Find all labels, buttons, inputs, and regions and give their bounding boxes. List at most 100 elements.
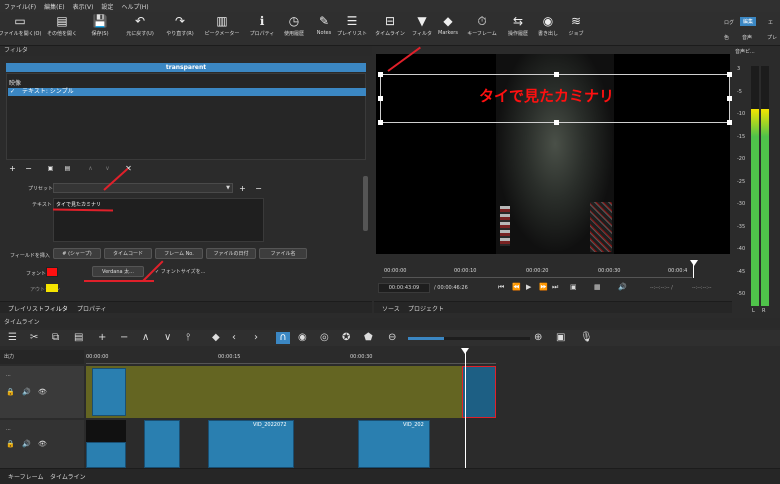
timeline-ruler[interactable]: 00:00:00 00:00:15 00:00:30 (86, 350, 496, 364)
resize-handle[interactable] (378, 96, 383, 101)
font-select-button[interactable]: Verdana 太... (92, 266, 144, 277)
zoom-in-icon[interactable]: ⊕ (534, 332, 542, 344)
zoom-fit-icon[interactable]: ▣ (556, 332, 565, 344)
resize-handle[interactable] (727, 72, 732, 77)
scrub-icon[interactable]: ◉ (298, 332, 307, 344)
copy-icon[interactable]: ⧉ (52, 332, 59, 344)
toolbar-info-button[interactable]: ℹ プロパティ (244, 14, 280, 37)
move-down-icon[interactable]: ∨ (103, 164, 112, 173)
track-clip[interactable] (144, 420, 180, 468)
insert-file-date-button[interactable]: ファイルの日付 (206, 248, 256, 259)
track-clip[interactable]: VID_2022072 (208, 420, 294, 468)
fast-forward-icon[interactable]: ⏩ (539, 283, 548, 291)
layout-audio[interactable]: 音声 (742, 34, 752, 41)
add-filter-icon[interactable]: + (8, 164, 17, 173)
layout-effects[interactable]: エ (768, 19, 773, 26)
filter-list[interactable]: 映像 ✓ テキスト: シンプル (6, 73, 366, 160)
insert-timecode-button[interactable]: タイムコード (104, 248, 152, 259)
tab-playlist[interactable]: プレイリスト (8, 304, 44, 313)
insert-file-name-button[interactable]: ファイル名 (259, 248, 307, 259)
track-v2[interactable] (86, 366, 496, 418)
append-icon[interactable]: + (98, 332, 106, 344)
zoom-icon[interactable]: ▣ (570, 283, 577, 291)
insert-hash-button[interactable]: # (シャープ) (53, 248, 101, 259)
rewind-icon[interactable]: ⏪ (512, 283, 521, 291)
save-preset-icon[interactable]: + (238, 184, 247, 193)
layout-edit[interactable]: 編集 (740, 17, 757, 26)
toolbar-timeline-button[interactable]: ⊟ タイムライン (372, 14, 408, 37)
resize-handle[interactable] (378, 120, 383, 125)
zoom-out-icon[interactable]: ⊖ (388, 332, 396, 344)
tab-keyframes[interactable]: キーフレーム (8, 472, 43, 481)
ripple-all-icon[interactable]: ✪ (342, 332, 350, 344)
resize-handle[interactable] (727, 96, 732, 101)
next-marker-icon[interactable]: › (254, 332, 258, 344)
text-input[interactable]: タイで見たカミナリ (53, 198, 264, 242)
toolbar-redo-button[interactable]: ↷ やり直す(R) (162, 14, 198, 37)
outline-color-swatch[interactable] (46, 284, 58, 292)
remove-icon[interactable]: − (120, 332, 128, 344)
toolbar-folder-button[interactable]: ▭ ファイルを開く(O) (0, 14, 41, 37)
volume-icon[interactable]: 🔊 (618, 283, 627, 291)
playhead-marker[interactable] (690, 260, 698, 266)
track-clip[interactable]: VID_202 (358, 420, 430, 468)
menu-edit[interactable]: 編集(E) (44, 2, 64, 11)
resize-handle[interactable] (554, 120, 559, 125)
toolbar-playlist-button[interactable]: ☰ プレイリスト (334, 14, 370, 37)
lock-icon[interactable]: 🔒 (6, 440, 15, 448)
timeline-playhead[interactable] (465, 348, 466, 470)
delete-preset-icon[interactable]: − (254, 184, 263, 193)
timeline-playhead-marker[interactable] (461, 348, 469, 354)
menu-file[interactable]: ファイル(F) (4, 2, 36, 11)
track-clip[interactable] (92, 368, 126, 416)
layout-player[interactable]: プレ (767, 34, 777, 41)
track-header-v1[interactable]: ... 🔒 🔊 👁 (0, 420, 84, 468)
tab-timeline[interactable]: タイムライン (50, 472, 86, 481)
player-ruler[interactable]: 00:00:00 00:00:10 00:00:20 00:00:30 00:0… (382, 260, 698, 278)
cut-icon[interactable]: ✂ (30, 332, 38, 344)
selected-clip[interactable] (462, 366, 496, 418)
track-clip[interactable] (86, 442, 126, 468)
font-size-checkbox[interactable]: ✓ フォントサイズを... (155, 268, 205, 275)
menu-settings[interactable]: 設定 (101, 2, 113, 11)
filter-item-text-simple[interactable]: ✓ テキスト: シンプル (8, 88, 366, 96)
toolbar-peak-meter-button[interactable]: ▥ ピークメーター (204, 14, 240, 37)
zoom-slider[interactable] (408, 337, 530, 340)
track-v1[interactable]: VID_2022072 VID_202 (86, 420, 496, 468)
mute-icon[interactable]: 🔊 (22, 388, 31, 396)
resize-handle[interactable] (554, 72, 559, 77)
preset-dropdown[interactable]: ▼ (53, 183, 233, 193)
toolbar-save-button[interactable]: 💾 保存(S) (82, 14, 118, 37)
tab-source[interactable]: ソース (382, 304, 400, 313)
insert-frame-number-button[interactable]: フレーム No. (155, 248, 203, 259)
filter-enable-checkbox[interactable]: ✓ (10, 88, 15, 96)
tab-filters[interactable]: フィルタ (44, 304, 68, 313)
font-color-swatch[interactable] (46, 267, 58, 277)
move-up-icon[interactable]: ∧ (86, 164, 95, 173)
layout-log[interactable]: ログ (724, 19, 734, 26)
resize-handle[interactable] (378, 72, 383, 77)
toolbar-jobs-button[interactable]: ≋ ジョブ (558, 14, 594, 37)
prev-marker-icon[interactable]: ‹ (232, 332, 236, 344)
copy-filter-icon[interactable]: ▣ (46, 164, 55, 173)
skip-end-icon[interactable]: ⏭ (552, 283, 558, 292)
overwrite-icon[interactable]: ∨ (164, 332, 171, 344)
resize-handle[interactable] (727, 120, 732, 125)
split-icon[interactable]: ⫯ (186, 332, 190, 344)
toolbar-markers-button[interactable]: ◆ Markers (430, 14, 466, 36)
ripple-markers-icon[interactable]: ⬟ (364, 332, 373, 344)
paste-icon[interactable]: ▤ (74, 332, 83, 344)
record-audio-icon[interactable]: 🎙 (580, 332, 593, 344)
remove-filter-icon[interactable]: − (24, 164, 33, 173)
toolbar-keyframe-button[interactable]: ⏱ キーフレーム (464, 14, 500, 37)
tab-properties[interactable]: プロパティ (77, 304, 107, 313)
mute-icon[interactable]: 🔊 (22, 440, 31, 448)
lock-icon[interactable]: 🔒 (6, 388, 15, 396)
menu-view[interactable]: 表示(V) (73, 2, 94, 11)
toolbar-open-other-button[interactable]: ▤ その他を開く (44, 14, 80, 37)
tab-project[interactable]: プロジェクト (408, 304, 444, 313)
marker-icon[interactable]: ◆ (212, 332, 220, 344)
text-bounding-box[interactable]: タイで見たカミナリ (378, 72, 732, 125)
play-icon[interactable]: ▶ (526, 283, 531, 291)
eye-icon[interactable]: 👁 (38, 440, 47, 448)
